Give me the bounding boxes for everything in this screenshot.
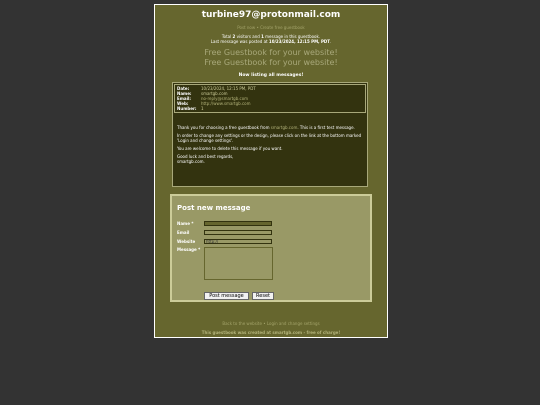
reset-button[interactable]: Reset: [252, 292, 274, 300]
message-body: Thank you for choosing a free guestbook …: [177, 125, 362, 164]
post-message-button[interactable]: Post message: [204, 292, 249, 300]
message-number-row: Number: 1: [177, 106, 204, 111]
back-to-website-link[interactable]: Back to the website: [222, 321, 262, 326]
link-separator: •: [256, 25, 259, 30]
message-textarea[interactable]: [204, 247, 273, 280]
form-title: Post new message: [177, 204, 251, 212]
page-title: turbine97@protonmail.com: [201, 10, 341, 20]
guestbook-page: turbine97@protonmail.com Post now • Crea…: [154, 4, 388, 338]
message-web-link[interactable]: http://www.smartgb.com: [201, 101, 251, 106]
post-now-link[interactable]: Post now: [237, 25, 255, 30]
link-separator: •: [263, 321, 266, 326]
name-input[interactable]: [204, 221, 272, 226]
header-links: Post now • Create free guestbook: [155, 25, 387, 30]
message-number: 1: [201, 106, 204, 111]
message-label: Message *: [177, 247, 201, 252]
email-label: Email: [177, 230, 190, 235]
name-label: Name *: [177, 221, 194, 226]
login-settings-link[interactable]: Login and change settings: [267, 321, 320, 326]
post-message-form: Post new message Name * Email Website ht…: [170, 194, 372, 302]
website-label: Website: [177, 239, 196, 244]
guestbook-stats: Total 2 visitors and 1 message in this g…: [210, 34, 332, 44]
website-input[interactable]: http://: [204, 239, 272, 244]
footer-credit[interactable]: This guestbook was created at smartgb.co…: [155, 330, 387, 335]
listing-heading: Now listing all messages!: [238, 73, 304, 78]
email-input[interactable]: [204, 230, 272, 235]
promo-banner[interactable]: Free Guestbook for your website! Free Gu…: [155, 48, 387, 68]
footer-links: Back to the website • Login and change s…: [155, 321, 387, 326]
last-posted-time: 10/23/2024, 12:15 PM, PDT: [268, 39, 330, 44]
message-header: Date: 10/23/2024, 12:15 PM, PDT Name: sm…: [174, 84, 366, 113]
message-entry: Date: 10/23/2024, 12:15 PM, PDT Name: sm…: [172, 82, 368, 187]
create-guestbook-link[interactable]: Create free guestbook: [260, 25, 305, 30]
smartgb-link[interactable]: smartgb.com: [271, 125, 298, 130]
